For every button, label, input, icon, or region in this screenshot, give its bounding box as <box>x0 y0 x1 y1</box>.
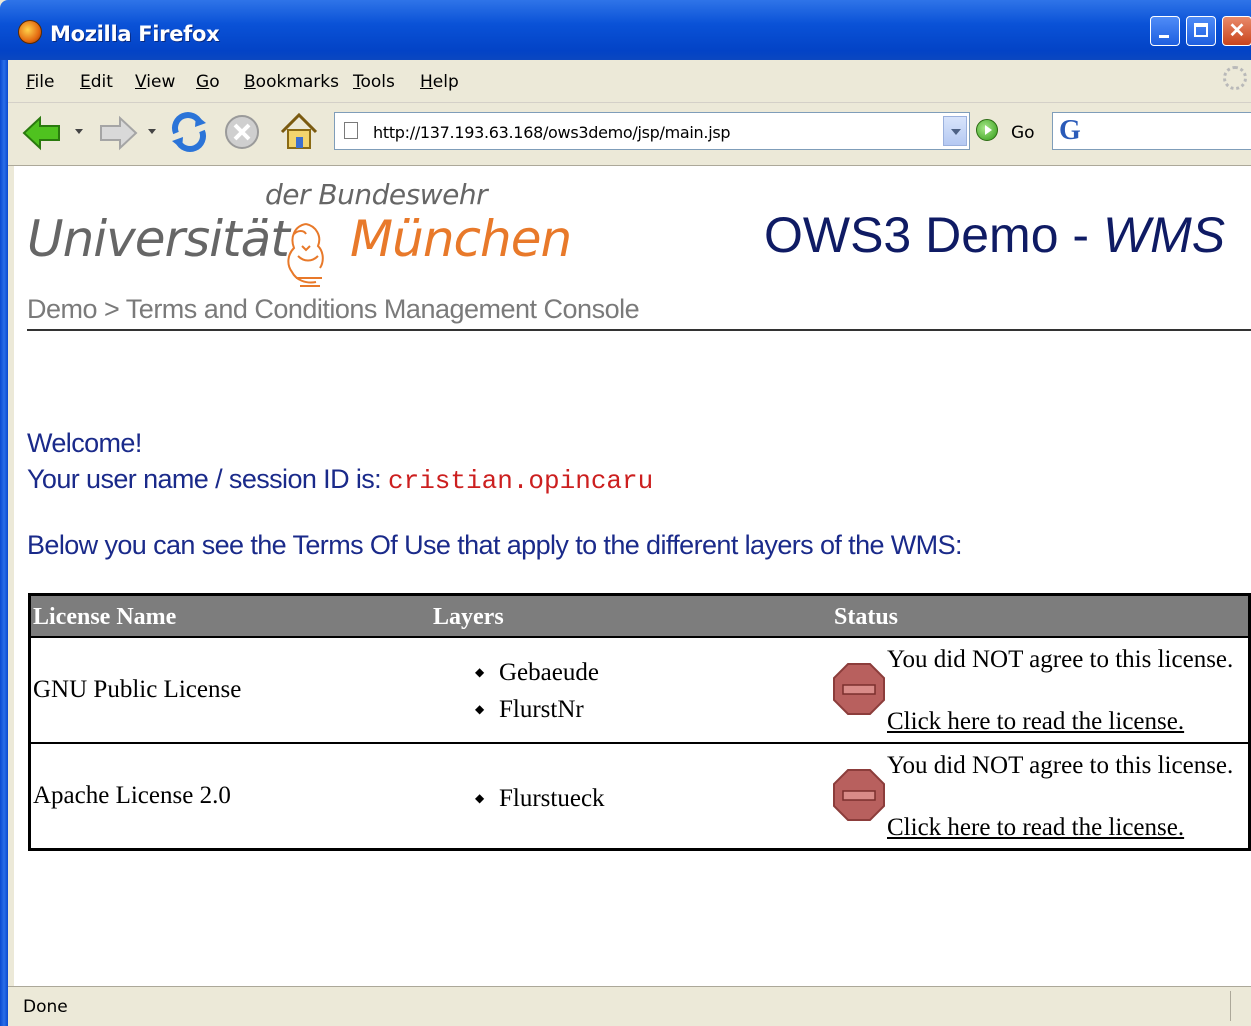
table-header: License Name Layers Status <box>31 596 1248 638</box>
status-panel <box>1230 991 1251 1021</box>
firefox-icon <box>18 20 42 44</box>
title-bar[interactable]: Mozilla Firefox ✕ <box>0 0 1251 60</box>
url-dropdown-icon[interactable] <box>943 116 967 146</box>
status-text-done: Done <box>23 997 68 1017</box>
layer-list: Flurstueck <box>471 780 605 817</box>
read-license-link[interactable]: Click here to read the license. <box>887 708 1184 736</box>
license-name: Apache License 2.0 <box>33 782 231 809</box>
menu-view[interactable]: View <box>135 72 175 92</box>
welcome-text: Welcome! <box>27 428 142 458</box>
column-header-status: Status <box>834 604 899 630</box>
breadcrumb: Demo > Terms and Conditions Management C… <box>27 294 640 324</box>
header-divider <box>27 329 1251 331</box>
license-table: License Name Layers Status GNU Public Li… <box>28 593 1251 851</box>
go-button[interactable]: Go <box>1011 123 1035 143</box>
menu-help[interactable]: Help <box>420 72 459 92</box>
menu-file[interactable]: File <box>26 72 54 92</box>
url-input[interactable]: http://137.193.63.168/ows3demo/jsp/main.… <box>373 123 731 142</box>
license-name: GNU Public License <box>33 676 242 703</box>
minimize-icon <box>1151 17 1179 45</box>
home-icon[interactable] <box>278 110 320 152</box>
layer-item: FlurstNr <box>471 691 599 728</box>
session-id: cristian.opincaru <box>387 466 654 496</box>
back-dropdown-icon[interactable] <box>75 129 83 134</box>
layer-item: Flurstueck <box>471 780 605 817</box>
logo-subtitle: der Bundeswehr <box>265 178 488 211</box>
menu-bookmarks[interactable]: Bookmarks <box>244 72 339 92</box>
status-bar: Done <box>8 986 1251 1026</box>
minimize-button[interactable] <box>1150 16 1180 46</box>
forward-dropdown-icon[interactable] <box>148 129 156 134</box>
menu-go[interactable]: Go <box>196 72 220 92</box>
stop-icon[interactable] <box>223 113 261 151</box>
reload-icon[interactable] <box>168 111 210 153</box>
window-frame <box>0 60 8 1026</box>
stop-sign-icon <box>833 769 885 821</box>
column-header-layers: Layers <box>433 604 504 630</box>
menu-edit[interactable]: Edit <box>80 72 113 92</box>
session-line: Your user name / session ID is: cristian… <box>27 464 654 496</box>
page-icon <box>344 122 358 139</box>
browser-window: Mozilla Firefox ✕ File Edit View Go Book… <box>0 0 1251 1026</box>
stop-sign-icon <box>833 663 885 715</box>
page-content: der Bundeswehr Universität München OWS3 … <box>14 166 1251 986</box>
close-icon: ✕ <box>1228 20 1246 42</box>
forward-arrow-icon[interactable] <box>98 115 138 151</box>
maximize-button[interactable] <box>1186 16 1216 46</box>
close-button[interactable]: ✕ <box>1222 16 1251 46</box>
university-crest-icon <box>287 223 324 287</box>
intro-text: Below you can see the Terms Of Use that … <box>27 530 962 560</box>
status-text: You did NOT agree to this license. <box>887 646 1234 673</box>
back-arrow-icon[interactable] <box>22 115 62 151</box>
go-icon[interactable] <box>976 119 998 141</box>
logo-text-right: München <box>350 210 572 268</box>
table-row: GNU Public License Gebaeude FlurstNr You… <box>31 638 1248 744</box>
column-header-license: License Name <box>33 604 177 630</box>
google-icon[interactable]: G <box>1059 117 1087 145</box>
logo-text-left: Universität <box>27 210 290 268</box>
navigation-toolbar: http://137.193.63.168/ows3demo/jsp/main.… <box>8 103 1251 166</box>
layer-item: Gebaeude <box>471 654 599 691</box>
menu-tools[interactable]: Tools <box>353 72 395 92</box>
maximize-icon <box>1187 17 1215 45</box>
page-title: OWS3 Demo - WMS <box>764 207 1226 263</box>
table-row: Apache License 2.0 Flurstueck You did NO… <box>31 744 1248 848</box>
window-title: Mozilla Firefox <box>50 22 220 46</box>
throbber-icon <box>1223 66 1247 90</box>
url-bar[interactable]: http://137.193.63.168/ows3demo/jsp/main.… <box>334 112 970 150</box>
status-text: You did NOT agree to this license. <box>887 752 1234 779</box>
layer-list: Gebaeude FlurstNr <box>471 654 599 728</box>
read-license-link[interactable]: Click here to read the license. <box>887 814 1184 842</box>
search-input[interactable]: G <box>1052 112 1251 150</box>
menu-bar: File Edit View Go Bookmarks Tools Help <box>8 60 1251 103</box>
